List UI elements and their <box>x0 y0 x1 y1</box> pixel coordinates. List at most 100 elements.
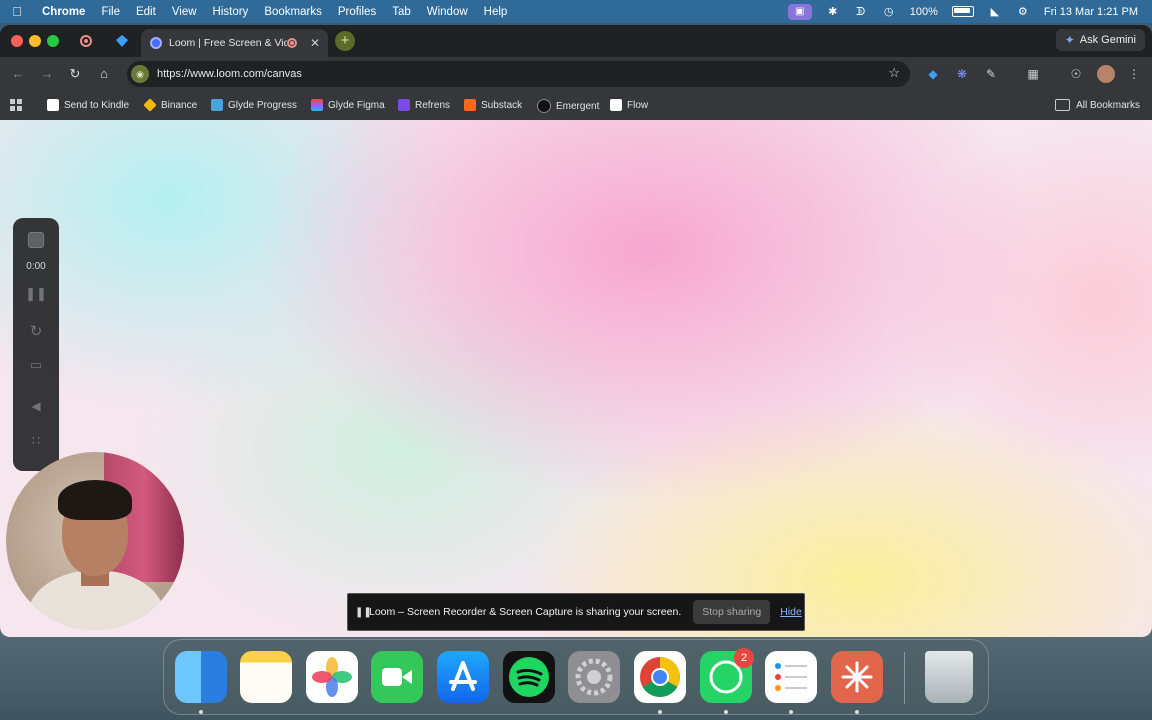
menu-edit[interactable]: Edit <box>128 6 164 18</box>
claude-running-dot <box>855 710 859 714</box>
finder-icon[interactable] <box>175 651 227 703</box>
pinned-tab-record-icon[interactable] <box>78 33 94 49</box>
stop-recording-button[interactable] <box>13 232 59 253</box>
chrome-icon[interactable] <box>634 651 686 703</box>
bookmark-label: Send to Kindle <box>64 99 130 111</box>
menu-view[interactable]: View <box>164 6 205 18</box>
menu-app-name[interactable]: Chrome <box>34 6 93 18</box>
reminders-icon[interactable] <box>765 651 817 703</box>
bookmark-send-to-kindle[interactable]: Send to Kindle <box>47 99 129 111</box>
bookmark-label: Glyde Progress <box>228 99 297 111</box>
stop-icon <box>28 232 44 248</box>
menu-window[interactable]: Window <box>419 6 476 18</box>
url-text[interactable]: https://www.loom.com/canvas <box>157 68 302 80</box>
recording-indicator-icon <box>287 38 297 48</box>
apple-icon[interactable]:  <box>0 4 34 19</box>
profile-avatar[interactable] <box>1097 65 1115 83</box>
bookmark-emergent[interactable]: Emergent <box>537 99 599 113</box>
app-store-icon[interactable] <box>437 651 489 703</box>
figma-icon <box>311 99 323 111</box>
back-button[interactable]: ← <box>9 65 27 83</box>
menu-history[interactable]: History <box>205 6 257 18</box>
pinned-tab-gem-icon[interactable] <box>114 33 130 49</box>
menu-file[interactable]: File <box>93 6 128 18</box>
zoom-window-button[interactable] <box>47 35 59 47</box>
wifi-icon[interactable]: ◣ <box>988 6 1002 18</box>
bookmark-glyde-progress[interactable]: Glyde Progress <box>211 99 297 111</box>
minimize-window-button[interactable] <box>29 35 41 47</box>
whatsapp-badge: 2 <box>734 648 754 668</box>
tab-search-icon[interactable]: ▦ <box>1024 65 1042 83</box>
chrome-running-dot <box>658 710 662 714</box>
webcam-bubble[interactable] <box>6 452 184 630</box>
stop-sharing-button[interactable]: Stop sharing <box>693 600 771 624</box>
pause-indicator-icon: ❚❚ <box>355 606 372 618</box>
browser-toolbar: ← → ↻ ⌂ ◉ https://www.loom.com/canvas ☆ … <box>0 57 1152 91</box>
webcam-person-hair <box>58 480 132 520</box>
refrens-icon <box>398 99 410 111</box>
extension-loom-icon[interactable]: ❋ <box>953 65 971 83</box>
address-bar[interactable]: ◉ https://www.loom.com/canvas ☆ <box>127 61 910 87</box>
restart-icon: ↻ <box>29 323 43 340</box>
substack-icon <box>464 99 476 111</box>
close-window-button[interactable] <box>11 35 23 47</box>
photos-icon[interactable] <box>306 651 358 703</box>
extension-gem-icon[interactable]: ◆ <box>924 65 942 83</box>
apps-grid-icon[interactable] <box>10 99 22 111</box>
bookmark-refrens[interactable]: Refrens <box>398 99 450 111</box>
battery-icon[interactable] <box>951 6 974 17</box>
menu-datetime[interactable]: Fri 13 Mar 1:21 PM <box>1044 6 1138 18</box>
system-settings-icon[interactable] <box>568 651 620 703</box>
ask-gemini-label: Ask Gemini <box>1079 34 1136 46</box>
bookmark-glyde-figma[interactable]: Glyde Figma <box>311 99 385 111</box>
menu-tab[interactable]: Tab <box>384 6 419 18</box>
bookmark-label: Binance <box>161 99 198 111</box>
close-tab-button[interactable]: ✕ <box>306 36 324 50</box>
new-tab-button[interactable]: + <box>335 31 355 51</box>
bookmark-label: Glyde Figma <box>328 99 385 111</box>
dock-separator <box>904 652 905 704</box>
bookmark-flow[interactable]: Flow <box>610 99 648 111</box>
pause-button[interactable]: ❚❚ <box>13 286 59 302</box>
forward-button[interactable]: → <box>38 65 56 83</box>
performance-icon[interactable]: ☉ <box>1067 65 1085 83</box>
flow-icon <box>610 99 622 111</box>
control-center-icon[interactable]: ⚙ <box>1016 6 1030 18</box>
screen-sharing-banner: ❚❚ Loom – Screen Recorder & Screen Captu… <box>347 593 805 631</box>
menu-profiles[interactable]: Profiles <box>330 6 384 18</box>
loom-status-icon[interactable]: ✱ <box>826 6 840 18</box>
whatsapp-running-dot <box>724 710 728 714</box>
extensions-puzzle-icon[interactable]: ✎ <box>982 65 1000 83</box>
delete-button[interactable]: ▭ <box>13 357 59 373</box>
tab-loom[interactable]: Loom | Free Screen & Vide ✕ <box>141 29 328 57</box>
glyde-progress-icon <box>211 99 223 111</box>
bookmark-label: Flow <box>627 99 649 111</box>
drawing-tool-button[interactable]: ◀ <box>13 399 59 413</box>
pen-icon: ◀ <box>31 399 41 413</box>
reload-button[interactable]: ↻ <box>66 65 84 83</box>
ask-gemini-button[interactable]: ✦ Ask Gemini <box>1055 29 1145 51</box>
home-button[interactable]: ⌂ <box>95 65 113 83</box>
hide-banner-link[interactable]: Hide <box>780 606 802 618</box>
bluetooth-icon[interactable]: ᗫ <box>854 6 868 18</box>
screen-share-icon[interactable]: ▣ <box>787 3 812 20</box>
folder-icon <box>1055 99 1071 111</box>
all-bookmarks-button[interactable]: All Bookmarks <box>1055 99 1140 111</box>
tab-title: Loom | Free Screen & Vide <box>169 37 287 49</box>
bookmark-substack[interactable]: Substack <box>464 99 522 111</box>
facetime-icon[interactable] <box>371 651 423 703</box>
more-options-button[interactable]: ∷ <box>13 433 59 449</box>
time-machine-icon[interactable]: ◷ <box>882 6 896 18</box>
bookmark-star-icon[interactable]: ☆ <box>888 65 900 81</box>
trash-icon[interactable] <box>925 651 973 703</box>
spotify-icon[interactable] <box>503 651 555 703</box>
notes-icon[interactable] <box>240 651 292 703</box>
claude-icon[interactable] <box>831 651 883 703</box>
menu-help[interactable]: Help <box>476 6 516 18</box>
chrome-menu-icon[interactable]: ⋮ <box>1125 65 1143 83</box>
site-info-icon[interactable]: ◉ <box>131 65 149 83</box>
bookmark-binance[interactable]: Binance <box>143 98 198 112</box>
binance-icon <box>143 98 157 112</box>
menu-bookmarks[interactable]: Bookmarks <box>256 6 330 18</box>
restart-button[interactable]: ↻ <box>13 322 59 340</box>
